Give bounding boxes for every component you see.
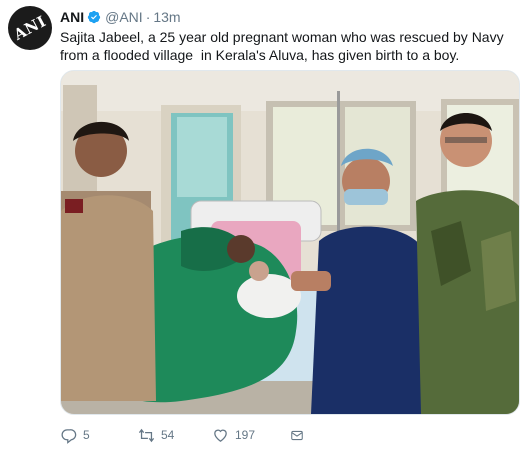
like-icon <box>214 429 227 442</box>
avatar[interactable]: ANI <box>8 6 52 50</box>
author-handle[interactable]: @ANI <box>105 9 143 25</box>
tweet-actions: 5 54 197 <box>60 425 310 445</box>
timestamp[interactable]: 13m <box>153 9 180 25</box>
message-icon <box>291 430 303 440</box>
tweet: ANI ANI @ANI · 13m Sajita Jabeel, a 25 y… <box>0 0 525 450</box>
tweet-text: Sajita Jabeel, a 25 year old pregnant wo… <box>60 29 508 63</box>
reply-button[interactable]: 5 <box>60 427 138 444</box>
retweet-button[interactable]: 54 <box>138 427 212 444</box>
tweet-photo[interactable] <box>60 70 520 415</box>
reply-count: 5 <box>83 428 90 442</box>
message-button[interactable] <box>290 427 310 444</box>
separator-dot: · <box>145 9 151 25</box>
retweet-icon <box>138 428 155 442</box>
retweet-count: 54 <box>161 428 175 442</box>
avatar-logo-text: ANI <box>10 12 50 44</box>
author-name[interactable]: ANI <box>60 9 84 25</box>
verified-badge-icon <box>87 10 101 24</box>
photo-illustration <box>61 71 519 414</box>
reply-icon <box>61 428 77 444</box>
like-count: 197 <box>235 428 256 442</box>
tweet-header: ANI @ANI · 13m <box>60 8 181 26</box>
like-button[interactable]: 197 <box>212 427 290 444</box>
